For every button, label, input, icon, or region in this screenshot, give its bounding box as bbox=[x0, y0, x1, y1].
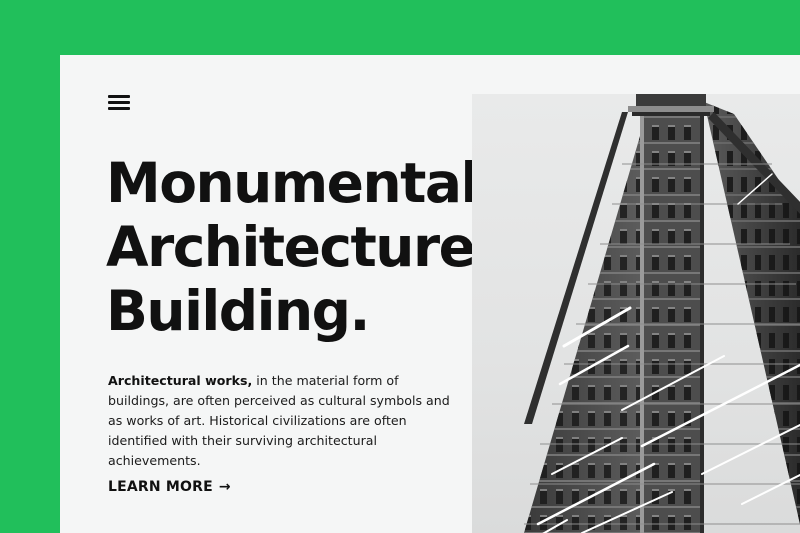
arrow-right-icon: → bbox=[218, 479, 231, 495]
description-lead: Architectural works, bbox=[108, 373, 253, 388]
hamburger-menu-icon[interactable] bbox=[108, 95, 132, 113]
learn-more-link[interactable]: LEARN MORE → bbox=[108, 479, 231, 495]
building-photo bbox=[472, 94, 800, 533]
flatiron-building-illustration bbox=[524, 94, 800, 533]
hero-card: Monumental Architecture Building. Archit… bbox=[60, 55, 800, 533]
learn-more-label: LEARN MORE bbox=[108, 479, 213, 495]
hero-description: Architectural works, in the material for… bbox=[108, 371, 458, 471]
